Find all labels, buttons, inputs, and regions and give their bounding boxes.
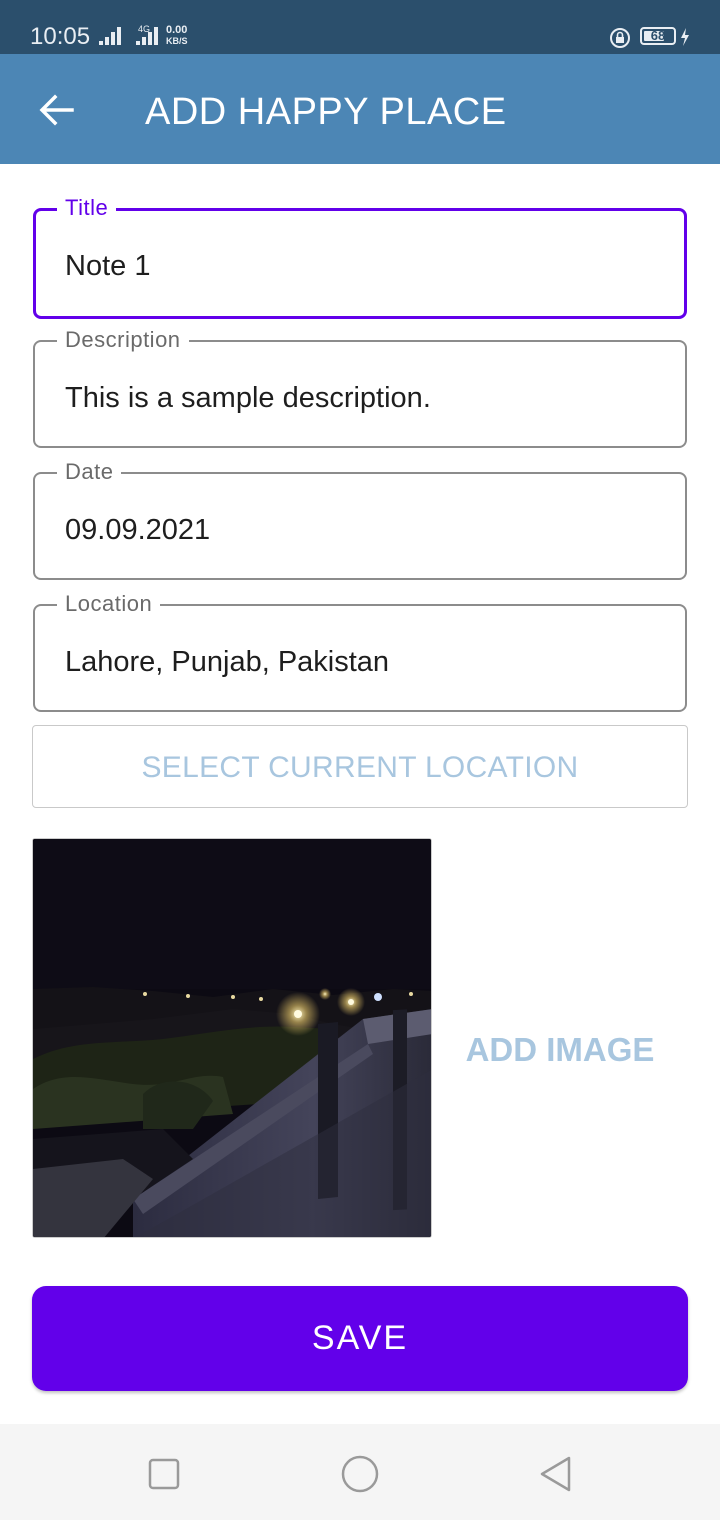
home-icon[interactable] xyxy=(340,1454,380,1494)
battery-level: 68 xyxy=(650,28,666,43)
charging-icon xyxy=(681,28,689,46)
signal-icon xyxy=(99,27,121,45)
location-field-value[interactable]: Lahore, Punjab, Pakistan xyxy=(65,644,389,680)
speed-unit: KB/S xyxy=(166,36,188,46)
app-bar: ADD HAPPY PLACE xyxy=(0,54,720,164)
description-field-value[interactable]: This is a sample description. xyxy=(65,380,431,416)
location-field-label: Location xyxy=(57,591,161,617)
night-photo xyxy=(33,839,431,1237)
status-bar: 10:05 4G 0.00 KB/S 68 xyxy=(0,0,720,54)
arrow-back-icon xyxy=(39,94,74,126)
system-nav-bar xyxy=(0,1424,720,1520)
select-current-location-button[interactable]: SELECT CURRENT LOCATION xyxy=(32,725,688,808)
description-field-label: Description xyxy=(57,327,189,353)
title-field[interactable]: Title Note 1 xyxy=(33,195,687,319)
signal-icon-2 xyxy=(136,27,158,45)
status-time: 10:05 xyxy=(30,23,91,50)
page-title: ADD HAPPY PLACE xyxy=(145,91,507,133)
date-field[interactable]: Date 09.09.2021 xyxy=(33,459,687,580)
back-button[interactable] xyxy=(24,78,88,142)
title-field-label: Title xyxy=(57,195,117,221)
network-speed: 0.00 KB/S xyxy=(166,25,188,47)
place-image xyxy=(32,838,432,1238)
description-field[interactable]: Description This is a sample description… xyxy=(33,327,687,448)
speed-value: 0.00 xyxy=(166,24,188,36)
back-triangle-icon[interactable] xyxy=(536,1454,576,1494)
rotation-lock-icon xyxy=(610,28,630,48)
recent-apps-icon[interactable] xyxy=(144,1454,184,1494)
save-button[interactable]: SAVE xyxy=(32,1286,688,1391)
battery-icon: 68 xyxy=(640,27,676,45)
add-image-button[interactable]: ADD IMAGE xyxy=(450,1028,670,1072)
title-field-value[interactable]: Note 1 xyxy=(65,248,150,284)
date-field-label: Date xyxy=(57,459,122,485)
date-field-value[interactable]: 09.09.2021 xyxy=(65,512,210,548)
location-field[interactable]: Location Lahore, Punjab, Pakistan xyxy=(33,591,687,712)
